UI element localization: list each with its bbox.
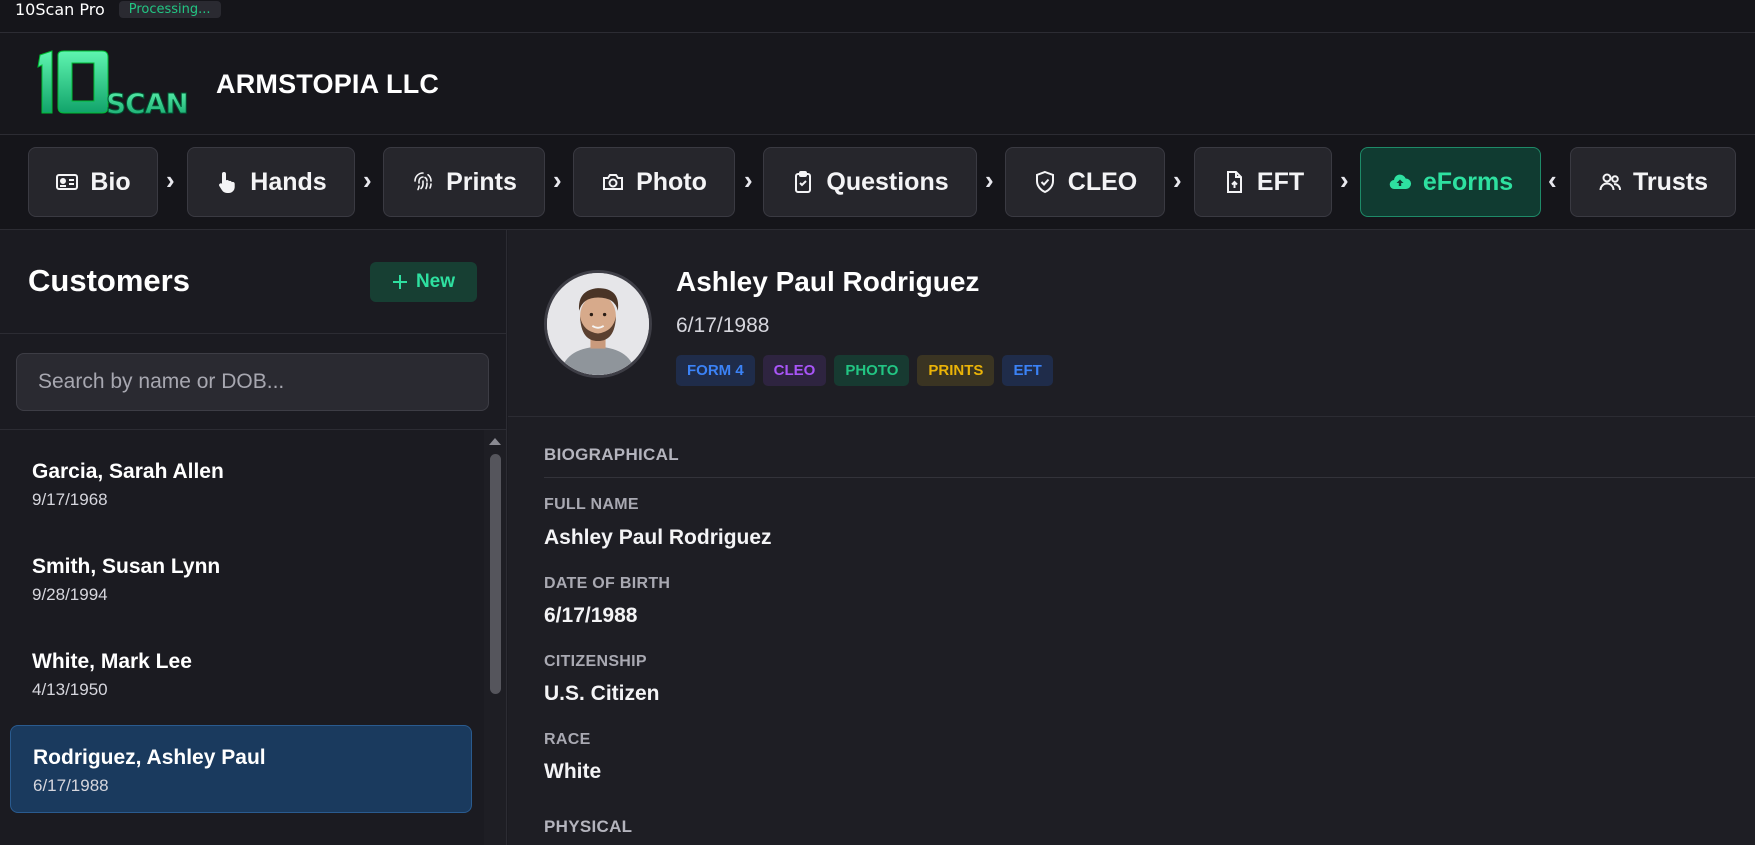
customer-name: Rodriguez, Ashley Paul	[33, 746, 266, 769]
field-value-citizenship: U.S. Citizen	[544, 682, 660, 705]
profile-name: Ashley Paul Rodriguez	[676, 266, 980, 297]
tab-trusts[interactable]: Trusts	[1570, 147, 1736, 217]
list-item[interactable]: White, Mark Lee 4/13/1950	[10, 630, 472, 718]
nav-separator: ›	[553, 165, 562, 195]
status-badge: Processing...	[118, 0, 221, 18]
field-label-dob: DATE OF BIRTH	[544, 575, 671, 592]
badge-prints: PRINTS	[917, 355, 995, 386]
list-item-selected[interactable]: Rodriguez, Ashley Paul 6/17/1988	[10, 725, 472, 813]
customer-name: White, Mark Lee	[32, 650, 192, 673]
sidebar-title: Customers	[28, 263, 190, 298]
badge-form4: FORM 4	[676, 355, 755, 386]
app-logo: SCAN	[37, 50, 189, 121]
shield-check-icon	[1035, 170, 1054, 194]
tab-cleo[interactable]: CLEO	[1005, 147, 1165, 217]
new-customer-button[interactable]: New	[370, 262, 477, 302]
field-label-citizenship: CITIZENSHIP	[544, 653, 647, 670]
tab-eforms-label: eForms	[1422, 167, 1514, 196]
search-input[interactable]	[16, 353, 489, 411]
id-card-icon	[56, 174, 79, 190]
tab-prints[interactable]: Prints	[383, 147, 545, 217]
nav-separator: ›	[363, 165, 372, 195]
hand-pointer-icon	[219, 172, 235, 194]
customer-name: Garcia, Sarah Allen	[32, 460, 224, 483]
customer-dob: 6/17/1988	[33, 776, 109, 795]
tab-trusts-label: Trusts	[1632, 167, 1709, 196]
section-biographical: BIOGRAPHICAL	[544, 445, 679, 464]
app-title: 10Scan Pro	[15, 0, 105, 19]
nav-separator: ›	[985, 165, 994, 195]
nav-separator: ›	[166, 165, 175, 195]
tab-prints-label: Prints	[446, 167, 517, 196]
sidebar-header: Customers New	[0, 230, 507, 334]
tab-photo[interactable]: Photo	[573, 147, 735, 217]
scroll-up-arrow[interactable]	[489, 438, 501, 445]
tab-bio-label: Bio	[90, 167, 131, 196]
tab-photo-label: Photo	[636, 167, 707, 196]
customer-dob: 9/17/1968	[32, 490, 108, 509]
cloud-upload-icon	[1389, 174, 1411, 190]
profile-dob: 6/17/1988	[676, 314, 770, 337]
title-bar: 10Scan Pro Processing...	[0, 0, 1755, 33]
nav-separator: ›	[1340, 165, 1349, 195]
customer-list: Garcia, Sarah Allen 9/17/1968 Smith, Sus…	[0, 430, 484, 845]
search-container	[0, 334, 507, 430]
new-customer-label: New	[415, 271, 456, 292]
field-label-full-name: FULL NAME	[544, 496, 639, 513]
svg-text:SCAN: SCAN	[106, 87, 188, 120]
app-header: SCAN ARMSTOPIA LLC	[0, 33, 1755, 135]
field-value-full-name: Ashley Paul Rodriguez	[544, 526, 772, 549]
file-upload-icon	[1226, 171, 1242, 193]
scroll-thumb[interactable]	[490, 454, 501, 694]
tab-eft[interactable]: EFT	[1194, 147, 1332, 217]
tab-hands-label: Hands	[250, 167, 327, 196]
tab-cleo-label: CLEO	[1067, 167, 1138, 196]
section-physical: PHYSICAL	[544, 817, 633, 836]
company-name: ARMSTOPIA LLC	[216, 69, 440, 99]
nav-separator: ›	[744, 165, 753, 195]
tab-bio[interactable]: Bio	[28, 147, 158, 217]
tab-eforms[interactable]: eForms	[1360, 147, 1541, 217]
nav-separator: ›	[1173, 165, 1182, 195]
workflow-nav: Bio › Hands › Prints › Photo › Questions…	[0, 135, 1755, 230]
field-label-race: RACE	[544, 731, 591, 748]
clipboard-check-icon	[795, 171, 812, 193]
plus-icon	[392, 275, 407, 289]
tab-hands[interactable]: Hands	[187, 147, 355, 217]
customer-dob: 4/13/1950	[32, 680, 108, 699]
tab-eft-label: EFT	[1256, 167, 1305, 196]
badge-photo: PHOTO	[834, 355, 910, 386]
badge-eft: EFT	[1002, 355, 1053, 386]
person-photo-icon	[547, 273, 649, 375]
badge-cleo: CLEO	[762, 355, 827, 386]
customer-sidebar: Customers New Garcia, Sarah Allen 9/17/1…	[0, 230, 507, 845]
tab-questions-label: Questions	[826, 167, 949, 196]
list-item[interactable]: Smith, Susan Lynn 9/28/1994	[10, 535, 472, 623]
list-scrollbar[interactable]	[484, 430, 506, 845]
customer-name: Smith, Susan Lynn	[32, 555, 221, 578]
customer-detail: Ashley Paul Rodriguez 6/17/1988 FORM 4 C…	[508, 230, 1755, 845]
customer-dob: 9/28/1994	[32, 585, 108, 604]
list-item[interactable]: Garcia, Sarah Allen 9/17/1968	[10, 440, 472, 528]
avatar	[544, 270, 652, 378]
fingerprint-icon	[414, 172, 432, 191]
field-value-race: White	[544, 760, 602, 783]
field-value-dob: 6/17/1988	[544, 604, 638, 627]
users-icon	[1599, 173, 1621, 191]
profile-header: Ashley Paul Rodriguez 6/17/1988 FORM 4 C…	[508, 230, 1755, 417]
nav-separator: ‹	[1548, 165, 1557, 195]
status-badges: FORM 4 CLEO PHOTO PRINTS EFT	[676, 355, 1053, 386]
tab-questions[interactable]: Questions	[763, 147, 977, 217]
camera-icon	[603, 174, 624, 190]
divider	[544, 477, 1755, 478]
